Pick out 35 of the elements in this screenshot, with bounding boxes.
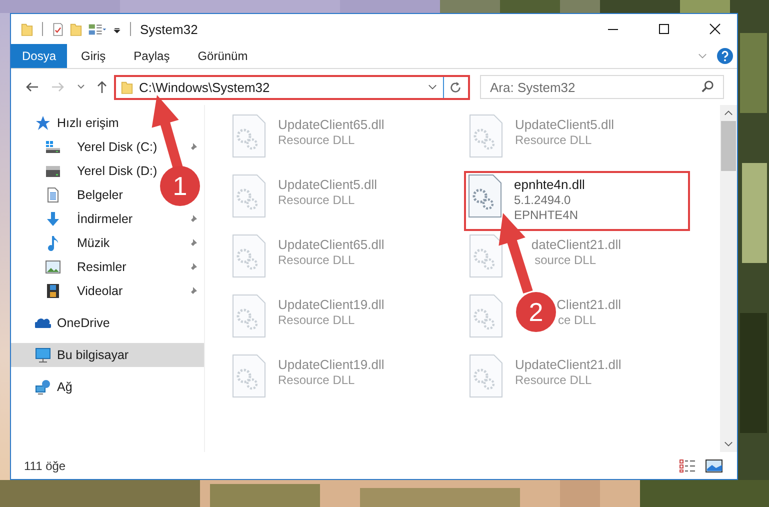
sidebar-item[interactable]: Belgeler — [77, 188, 123, 202]
step-number: 1 — [172, 171, 188, 201]
sidebar-item[interactable]: Yerel Disk (D:) — [77, 164, 158, 178]
file-detail: Resource DLL — [278, 133, 355, 147]
address-field[interactable]: C:\Windows\System32 — [114, 74, 470, 100]
sidebar-item[interactable]: OneDrive — [57, 316, 110, 330]
ribbon-tab[interactable]: Görünüm — [184, 44, 262, 68]
sidebar-label: Bu bilgisayar — [57, 348, 129, 362]
sidebar-item[interactable]: Bu bilgisayar — [11, 343, 204, 367]
ribbon-tab[interactable]: Paylaş — [120, 44, 184, 68]
window-title: System32 — [140, 22, 198, 36]
ribbon-tab[interactable]: Giriş — [67, 44, 120, 68]
sidebar-item[interactable]: Resimler — [77, 260, 126, 274]
sidebar-item[interactable]: Ağ — [57, 380, 72, 394]
file-detail: 5.1.2494.0 — [514, 193, 571, 207]
sidebar-item[interactable]: Müzik — [77, 236, 110, 250]
file-detail: Resource DLL — [278, 253, 355, 267]
file-detail: source DLL — [534, 253, 596, 267]
search-field[interactable]: Ara: System32 — [480, 75, 724, 99]
ribbon-tab[interactable]: Dosya — [11, 44, 67, 68]
item-count: 111 öğe — [24, 458, 66, 472]
sidebar-item[interactable]: Hızlı erişim — [57, 116, 119, 130]
file-detail: Resource DLL — [515, 133, 592, 147]
sidebar-item[interactable]: Videolar — [77, 284, 123, 298]
sidebar-item[interactable]: İndirmeler — [77, 212, 133, 226]
file-detail: Resource DLL — [515, 373, 592, 387]
file-detail: ce DLL — [558, 313, 596, 327]
file-detail: Resource DLL — [278, 373, 355, 387]
file-name[interactable]: epnhte4n.dll — [514, 177, 585, 192]
file-detail: Resource DLL — [278, 193, 355, 207]
file-detail: Resource DLL — [278, 313, 355, 327]
step-number: 2 — [528, 297, 544, 327]
sidebar-item[interactable]: Yerel Disk (C:) — [77, 140, 158, 154]
file-detail: EPNHTE4N — [514, 208, 578, 222]
address-path: C:\Windows\System32 — [139, 80, 270, 94]
